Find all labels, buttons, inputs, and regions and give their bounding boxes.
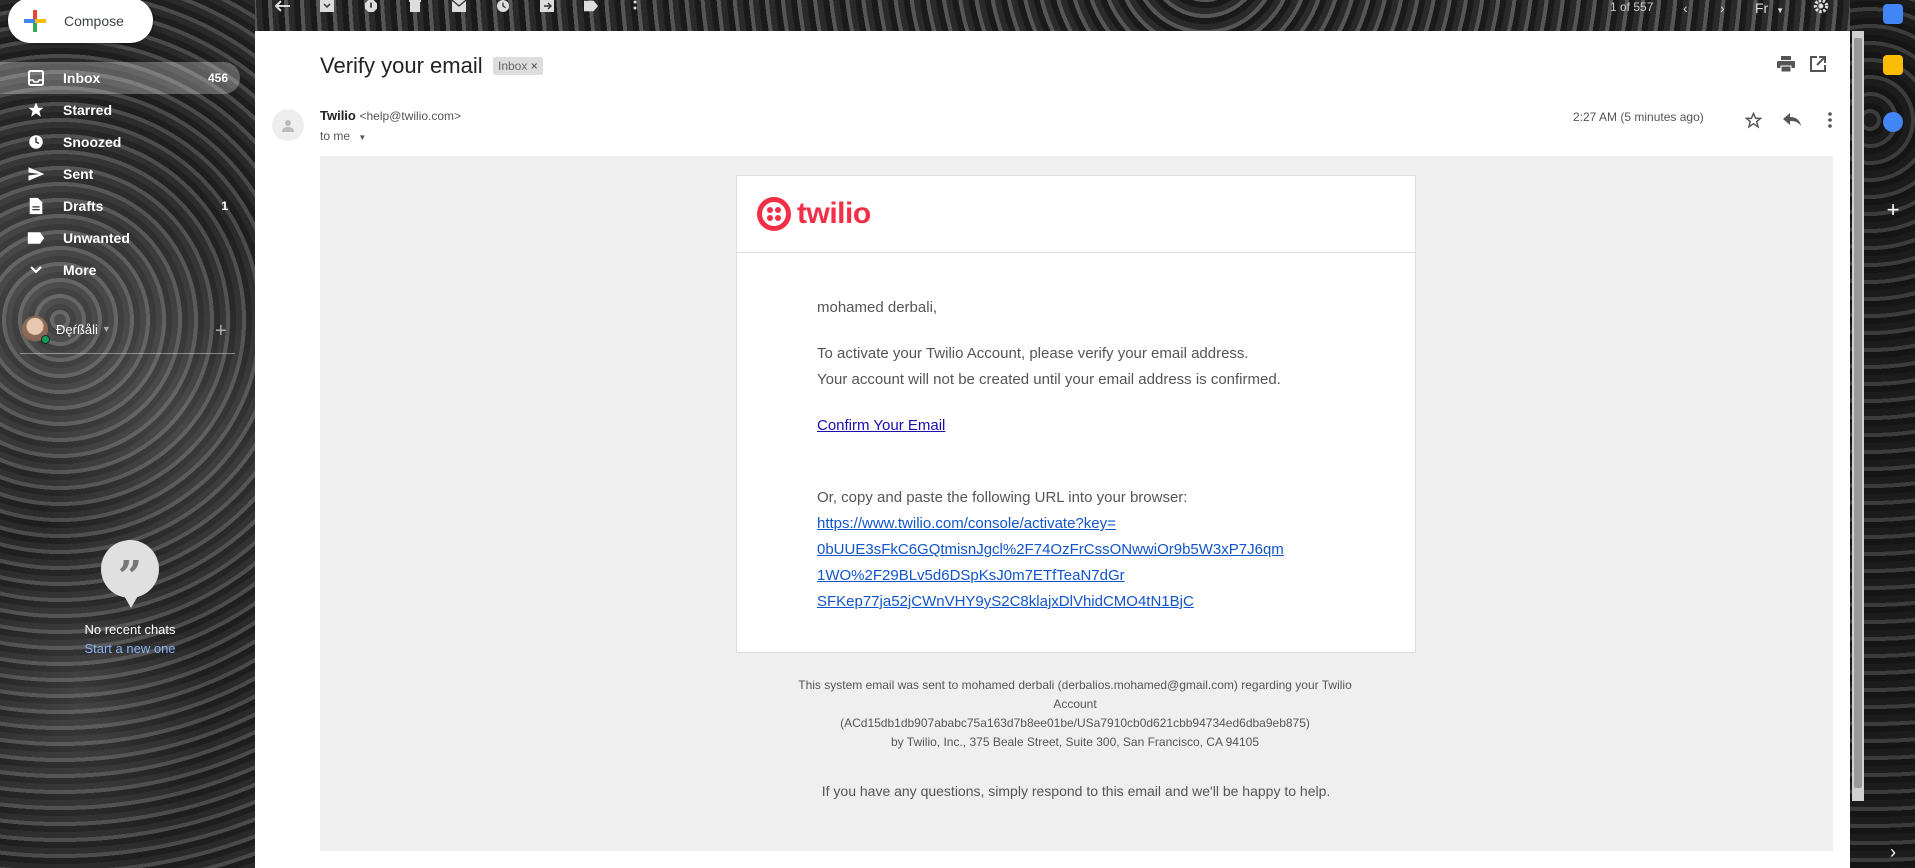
- start-new-chat-link[interactable]: Start a new one: [60, 641, 200, 656]
- sidebar-item-starred[interactable]: Starred: [0, 94, 240, 126]
- add-addon-plus-icon[interactable]: +: [1883, 199, 1903, 221]
- sidebar-item-snoozed[interactable]: Snoozed: [0, 126, 240, 158]
- sidebar-item-label: Unwanted: [63, 230, 130, 246]
- chevron-down-icon: [26, 260, 46, 280]
- archive-icon[interactable]: [316, 0, 338, 16]
- message-toolbar: [272, 0, 646, 16]
- reply-icon[interactable]: [1781, 109, 1803, 131]
- email-card-body: mohamed derbali, To activate your Twilio…: [737, 253, 1415, 615]
- inbox-icon: [26, 68, 46, 88]
- email-card: twilio mohamed derbali, To activate your…: [736, 175, 1416, 653]
- avatar: [22, 316, 50, 344]
- email-subject: Verify your email: [320, 53, 483, 78]
- sidebar-item-label: Sent: [63, 166, 94, 182]
- hide-side-panel-chevron-icon[interactable]: ›: [1883, 842, 1903, 862]
- hangouts-user[interactable]: Đęŕßåli ▼: [22, 315, 111, 344]
- greeting: mohamed derbali,: [817, 299, 938, 316]
- help-text: If you have any questions, simply respon…: [821, 783, 1331, 799]
- twilio-logo-mark: [757, 197, 791, 231]
- recipients-text: to me: [320, 129, 351, 143]
- activation-url-line-2: 0bUUE3sFkC6GQtmisnJgcl%2F74OzFrCssONwwiO…: [817, 541, 1284, 558]
- message-timestamp: 2:27 AM (5 minutes ago): [1573, 110, 1704, 124]
- chevron-down-icon: ▼: [358, 133, 367, 142]
- confirm-email-link[interactable]: Confirm Your Email: [817, 417, 945, 434]
- scrollbar-thumb[interactable]: [1854, 38, 1862, 788]
- sender-avatar[interactable]: [272, 109, 304, 141]
- footer-line-1: This system email was sent to mohamed de…: [798, 678, 1352, 692]
- sidebar-item-unwanted[interactable]: Unwanted: [0, 222, 240, 254]
- clock-icon: [26, 132, 46, 152]
- open-in-new-window-icon[interactable]: [1807, 53, 1829, 75]
- quote-bubble-icon: ”: [101, 540, 159, 608]
- twilio-logo-text: twilio: [797, 197, 871, 230]
- hangouts-user-name: Đęŕßåli: [56, 321, 98, 337]
- sender: Twilio <help@twilio.com>: [320, 108, 461, 123]
- sidebar-item-label: More: [63, 262, 97, 278]
- move-to-icon[interactable]: [536, 0, 558, 16]
- newer-chevron-icon[interactable]: ‹: [1683, 0, 1688, 16]
- compose-label: Compose: [64, 12, 124, 29]
- divider: [20, 353, 235, 354]
- settings-gear-icon[interactable]: [1812, 0, 1830, 17]
- sidebar-item-label: Starred: [63, 102, 113, 118]
- footer-line-4: by Twilio, Inc., 375 Beale Street, Suite…: [891, 735, 1259, 749]
- body-line-2: Your account will not be created until y…: [817, 371, 1281, 388]
- label-icon[interactable]: [580, 0, 602, 16]
- sidebar-item-drafts[interactable]: Drafts 1: [0, 190, 240, 222]
- pager-text: 1 of 557: [1610, 0, 1654, 14]
- email-card-header: twilio: [737, 176, 1415, 253]
- print-icon[interactable]: [1775, 53, 1797, 75]
- activation-url-link[interactable]: https://www.twilio.com/console/activate?…: [817, 511, 1307, 615]
- chevron-down-icon: ▼: [1776, 6, 1785, 15]
- label-icon: [26, 228, 46, 248]
- sidebar-nav: Inbox 456 Starred Snoozed Sent Drafts 1 …: [0, 62, 240, 286]
- draft-count: 1: [221, 199, 228, 213]
- sidebar-item-label: Drafts: [63, 198, 104, 214]
- no-chats-text: No recent chats: [84, 622, 176, 637]
- star-icon[interactable]: [1742, 109, 1764, 131]
- sender-email: <help@twilio.com>: [359, 109, 462, 123]
- recipients-toggle[interactable]: to me ▼: [320, 129, 366, 143]
- keep-icon[interactable]: [1883, 55, 1903, 75]
- plus-icon: [24, 9, 46, 32]
- activation-url-line-3: 1WO%2F29BLv5d6DSpKsJ0m7ETfTeaN7dGr: [817, 567, 1125, 584]
- draft-icon: [26, 196, 46, 216]
- back-arrow-icon[interactable]: [272, 0, 294, 16]
- sidebar-item-label: Snoozed: [63, 134, 122, 150]
- sidebar-item-more[interactable]: More: [0, 254, 240, 286]
- sender-name: Twilio: [320, 108, 356, 123]
- inbox-label-chip: Inbox ×: [493, 57, 543, 75]
- star-icon: [26, 100, 46, 120]
- online-status-dot: [41, 335, 50, 344]
- more-vert-icon[interactable]: [1819, 109, 1841, 131]
- body-line-1: To activate your Twilio Account, please …: [817, 345, 1249, 362]
- footer-line-3: (ACd15db1db907ababc75a163d7b8ee01be/USa7…: [840, 716, 1310, 730]
- compose-button[interactable]: Compose: [8, 0, 153, 43]
- new-chat-plus-icon[interactable]: +: [215, 320, 227, 343]
- send-icon: [26, 164, 46, 184]
- input-language: Fr: [1755, 0, 1769, 16]
- activation-url-line-4: SFKep77ja52jCWnVHY9yS2C8klajxDlVhidCMO4t…: [817, 593, 1194, 610]
- chevron-down-icon: ▼: [101, 324, 111, 334]
- no-chats-panel: ” No recent chats Start a new one: [60, 540, 200, 656]
- tasks-icon[interactable]: [1883, 112, 1903, 132]
- footer-line-2: Account: [1053, 697, 1097, 711]
- unread-count: 456: [207, 71, 228, 85]
- twilio-logo: twilio: [757, 197, 871, 231]
- sidebar-item-inbox[interactable]: Inbox 456: [0, 62, 240, 94]
- sidebar-item-sent[interactable]: Sent: [0, 158, 240, 190]
- snooze-icon[interactable]: [492, 0, 514, 16]
- more-options-icon[interactable]: [624, 0, 646, 16]
- older-chevron-icon[interactable]: ›: [1720, 0, 1725, 16]
- email-footer: This system email was sent to mohamed de…: [790, 676, 1360, 752]
- input-language-select[interactable]: Fr ▼: [1755, 0, 1784, 16]
- copy-url-text: Or, copy and paste the following URL int…: [817, 489, 1188, 506]
- remove-label-icon[interactable]: ×: [531, 59, 538, 73]
- mark-unread-icon[interactable]: [448, 0, 470, 16]
- label-chip-text: Inbox: [498, 59, 528, 73]
- delete-icon[interactable]: [404, 0, 426, 16]
- report-spam-icon[interactable]: [360, 0, 382, 16]
- calendar-icon[interactable]: [1883, 4, 1903, 24]
- activation-url-line-1: https://www.twilio.com/console/activate?…: [817, 515, 1116, 532]
